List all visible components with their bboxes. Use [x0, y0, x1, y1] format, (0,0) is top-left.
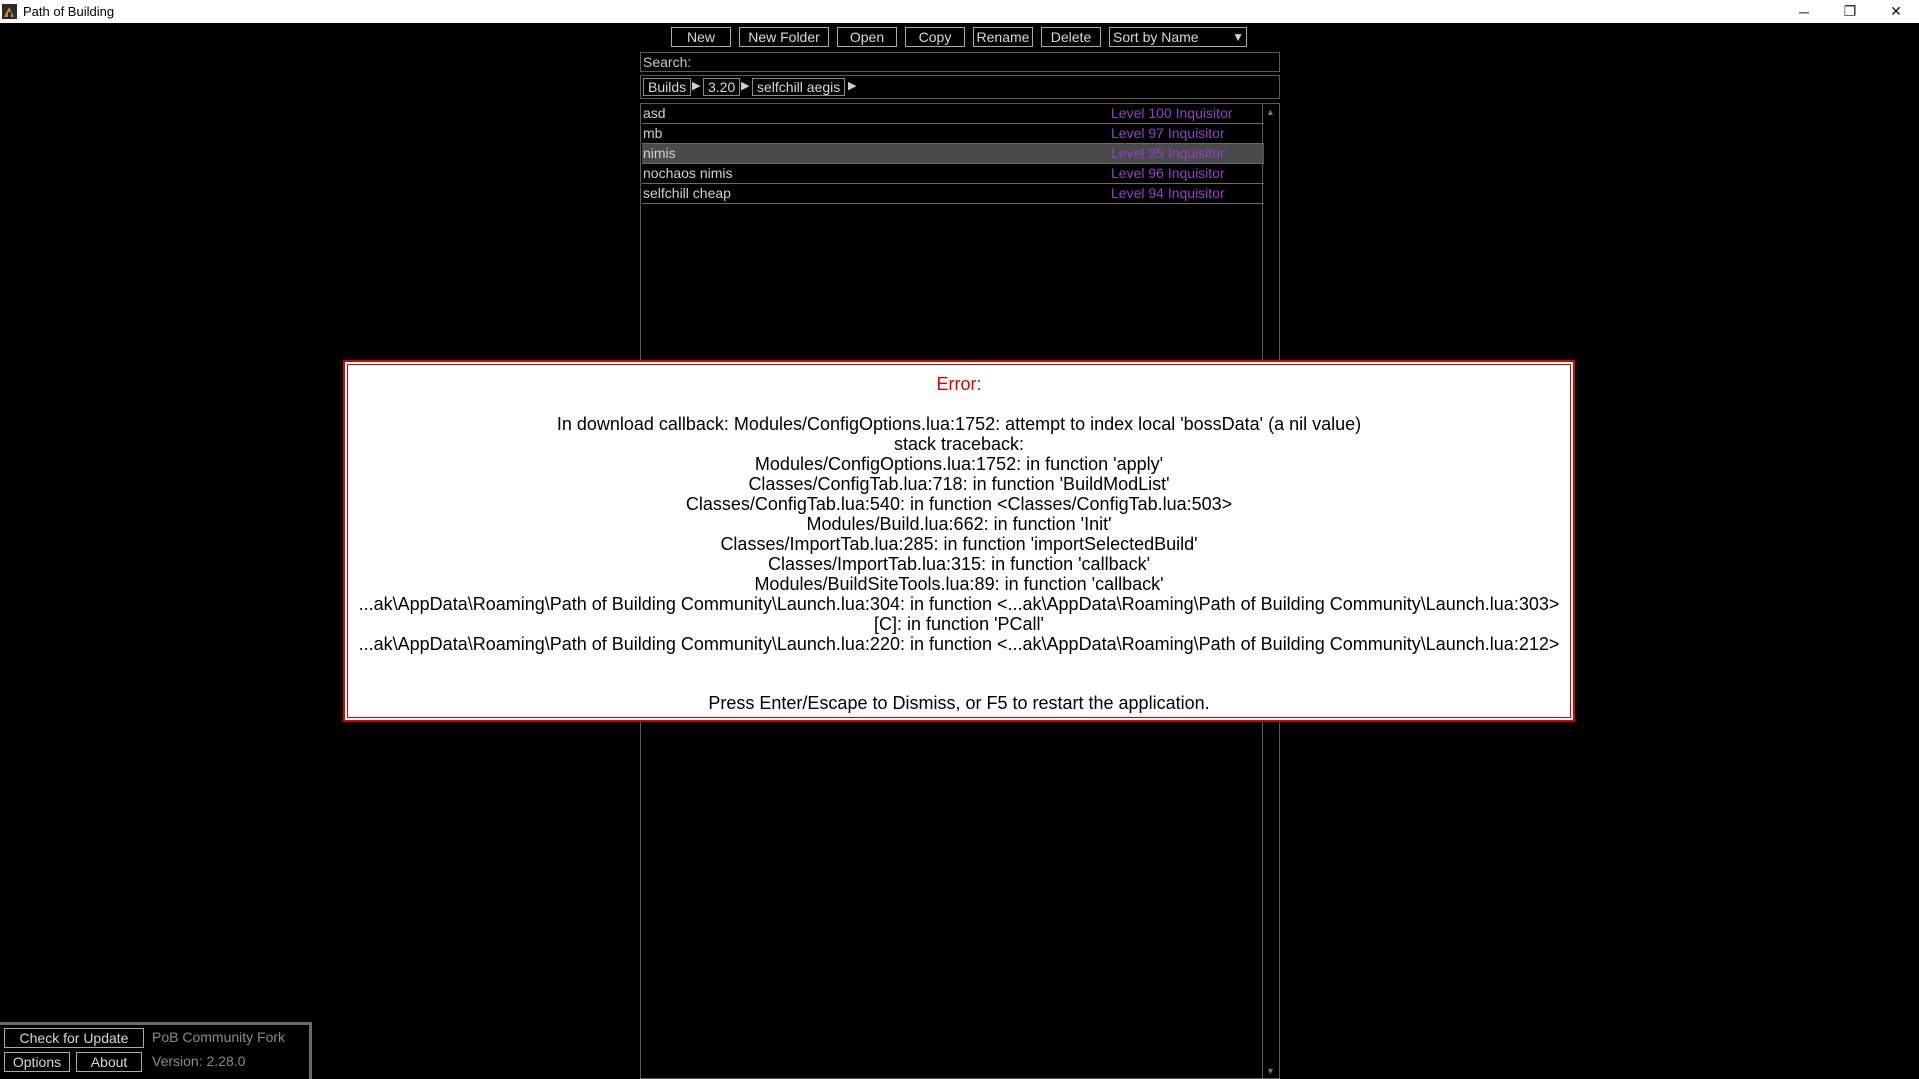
- error-line: [C]: in function 'PCall': [874, 614, 1044, 634]
- version-label: Version: 2.28.0: [152, 1053, 246, 1069]
- build-level: Level 96 Inquisitor: [1111, 165, 1225, 181]
- breadcrumb-arrow-icon[interactable]: ▶: [741, 79, 749, 92]
- error-message: In download callback: Modules/ConfigOpti…: [345, 414, 1573, 654]
- breadcrumb: Builds ▶ 3.20 ▶ selfchill aegis ▶: [640, 75, 1280, 99]
- build-level: Level 95 Inquisitor: [1111, 145, 1225, 161]
- build-name: mb: [643, 125, 663, 141]
- breadcrumb-builds[interactable]: Builds: [643, 78, 692, 96]
- check-update-button[interactable]: Check for Update: [4, 1028, 144, 1048]
- breadcrumb-arrow-icon[interactable]: ▶: [848, 79, 856, 92]
- error-line: Classes/ImportTab.lua:285: in function '…: [720, 534, 1198, 554]
- error-line: Classes/ImportTab.lua:315: in function '…: [767, 554, 1151, 574]
- restore-button[interactable]: ❐: [1827, 0, 1873, 23]
- scroll-up-icon[interactable]: ▲: [1266, 107, 1275, 117]
- breadcrumb-folder[interactable]: selfchill aegis: [752, 78, 846, 96]
- error-line: stack traceback:: [893, 434, 1025, 454]
- window-title: Path of Building: [23, 4, 115, 19]
- build-name: asd: [643, 105, 666, 121]
- options-button[interactable]: Options: [4, 1052, 70, 1072]
- new-folder-button[interactable]: New Folder: [739, 27, 829, 47]
- about-button[interactable]: About: [76, 1052, 142, 1072]
- list-item[interactable]: selfchill cheap Level 94 Inquisitor: [642, 184, 1264, 204]
- build-name: selfchill cheap: [643, 185, 731, 201]
- open-button[interactable]: Open: [837, 27, 897, 47]
- list-item[interactable]: nochaos nimis Level 96 Inquisitor: [642, 164, 1264, 184]
- dropdown-arrow-icon: ▼: [1232, 30, 1244, 44]
- error-line: In download callback: Modules/ConfigOpti…: [556, 414, 1362, 434]
- error-title: Error:: [936, 374, 982, 394]
- list-item[interactable]: mb Level 97 Inquisitor: [642, 124, 1264, 144]
- sort-dropdown[interactable]: Sort by Name ▼: [1109, 27, 1247, 47]
- breadcrumb-version[interactable]: 3.20: [703, 78, 741, 96]
- build-name: nochaos nimis: [643, 165, 733, 181]
- minimize-button[interactable]: ─: [1781, 0, 1827, 23]
- bottom-panel: Check for Update PoB Community Fork Opti…: [0, 1022, 312, 1079]
- error-line: ...ak\AppData\Roaming\Path of Building C…: [358, 594, 1560, 614]
- error-dialog: Error: In download callback: Modules/Con…: [343, 360, 1575, 722]
- app-logo-icon: [2, 4, 17, 19]
- error-line: Modules/Build.lua:662: in function 'Init…: [806, 514, 1112, 534]
- error-line: Modules/BuildSiteTools.lua:89: in functi…: [754, 574, 1164, 594]
- rename-button[interactable]: Rename: [973, 27, 1033, 47]
- breadcrumb-arrow-icon[interactable]: ▶: [692, 79, 700, 92]
- error-footer: Press Enter/Escape to Dismiss, or F5 to …: [708, 693, 1210, 713]
- build-level: Level 100 Inquisitor: [1111, 105, 1233, 121]
- error-line: ...ak\AppData\Roaming\Path of Building C…: [358, 634, 1560, 654]
- sort-dropdown-label: Sort by Name: [1113, 29, 1199, 45]
- search-label: Search:: [643, 54, 692, 70]
- error-line: Classes/ConfigTab.lua:718: in function '…: [748, 474, 1170, 494]
- list-item[interactable]: asd Level 100 Inquisitor: [642, 104, 1264, 124]
- delete-button[interactable]: Delete: [1041, 27, 1101, 47]
- scroll-down-icon[interactable]: ▼: [1266, 1066, 1275, 1076]
- build-level: Level 94 Inquisitor: [1111, 185, 1225, 201]
- build-level: Level 97 Inquisitor: [1111, 125, 1225, 141]
- build-name: nimis: [643, 145, 676, 161]
- list-item-selected[interactable]: nimis Level 95 Inquisitor: [642, 144, 1264, 164]
- search-input[interactable]: Search:: [640, 52, 1280, 72]
- new-button[interactable]: New: [671, 27, 731, 47]
- close-button[interactable]: ✕: [1873, 0, 1919, 23]
- error-line: Modules/ConfigOptions.lua:1752: in funct…: [754, 454, 1164, 474]
- title-bar: Path of Building ─ ❐ ✕: [0, 0, 1919, 23]
- fork-label: PoB Community Fork: [152, 1029, 286, 1045]
- copy-button[interactable]: Copy: [905, 27, 965, 47]
- error-line: Classes/ConfigTab.lua:540: in function <…: [685, 494, 1233, 514]
